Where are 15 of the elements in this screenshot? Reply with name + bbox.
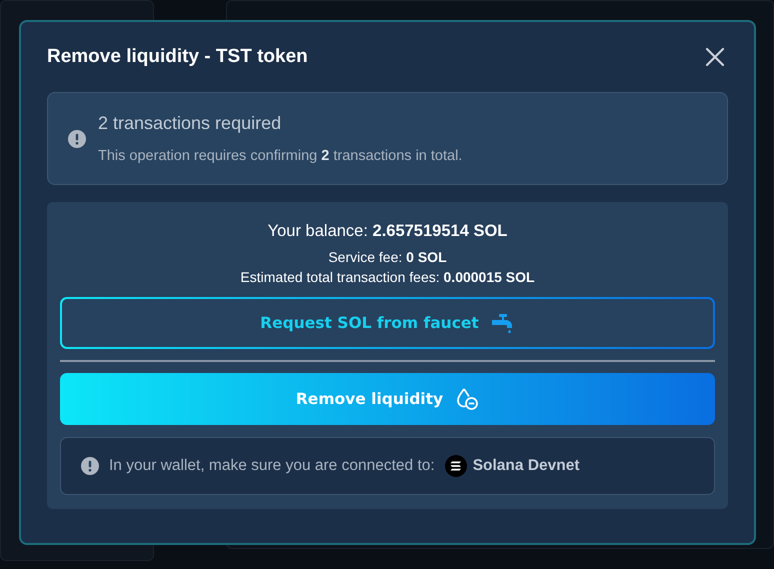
network-name: Solana Devnet [472,457,580,475]
drop-minus-icon [455,387,480,411]
notice-title: 2 transactions required [98,113,282,134]
close-icon [705,47,725,67]
solana-logo-icon [444,455,467,477]
balance-text: Your balance: 2.657519514 SOL [266,222,508,241]
alert-icon [68,130,86,148]
faucet-icon [490,313,515,333]
dialog-title: Remove liquidity - TST token [47,46,308,68]
estimated-fees-text: Estimated total transaction fees: 0.000015 SOL [239,268,536,287]
network-notice-text: In your wallet, make sure you are connected to: [109,457,435,475]
service-fee-text: Service fee: 0 SOL [327,248,448,267]
alert-icon [81,457,99,475]
faucet-button[interactable]: Request SOL from faucet [60,297,715,349]
notice-text: This operation requires confirming 2 transactions in total. [98,148,462,164]
